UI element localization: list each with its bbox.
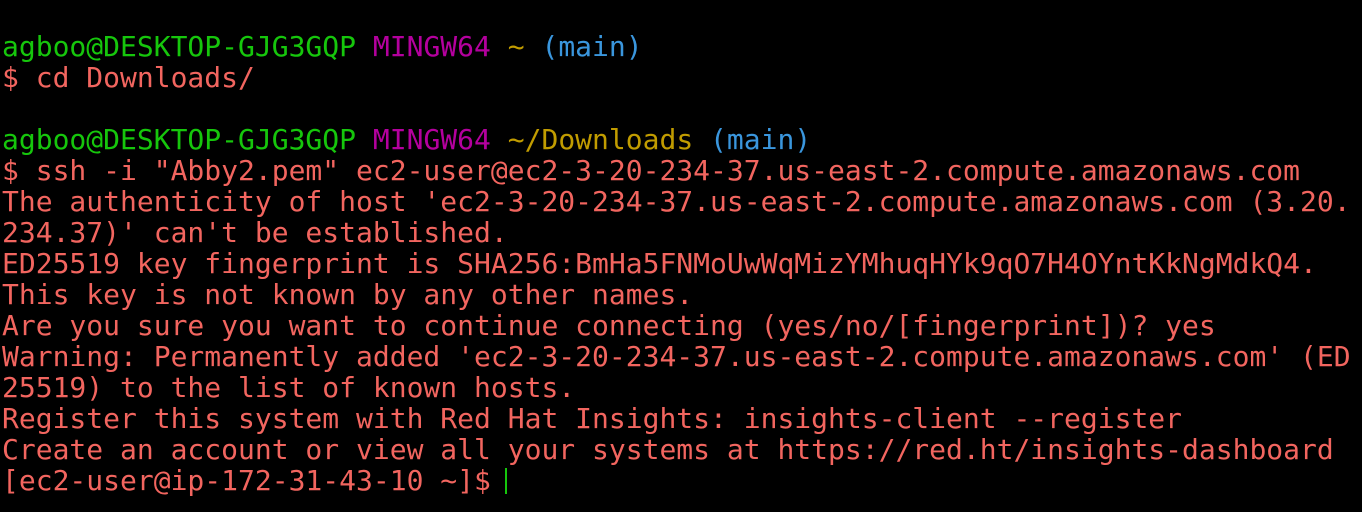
prompt-branch: (main): [710, 123, 812, 156]
prompt-line-2: agboo@DESKTOP-GJG3GQP MINGW64 ~/Download…: [0, 124, 1362, 155]
command-line-1: $ cd Downloads/: [2, 61, 255, 94]
output-line: 25519) to the list of known hosts.: [2, 371, 576, 404]
text-cursor: [504, 468, 507, 494]
prompt-shell: MINGW64: [372, 123, 491, 156]
output-line: ED25519 key fingerprint is SHA256:BmHa5F…: [2, 247, 1317, 280]
output-line: Register this system with Red Hat Insigh…: [2, 402, 1183, 435]
command-line-2: $ ssh -i "Abby2.pem" ec2-user@ec2-3-20-2…: [2, 154, 1301, 187]
prompt-path: ~: [507, 30, 525, 63]
prompt-shell: MINGW64: [372, 30, 491, 63]
terminal-window[interactable]: agboo@DESKTOP-GJG3GQP MINGW64 ~ (main) $…: [0, 0, 1362, 512]
output-line: 234.37)' can't be established.: [2, 216, 508, 249]
prompt-branch: (main): [541, 30, 643, 63]
prompt-user-host: agboo@DESKTOP-GJG3GQP: [2, 30, 357, 63]
prompt-path: ~/Downloads: [507, 123, 694, 156]
output-line: This key is not known by any other names…: [2, 278, 694, 311]
output-line: Warning: Permanently added 'ec2-3-20-234…: [2, 340, 1351, 373]
prompt-line-1: agboo@DESKTOP-GJG3GQP MINGW64 ~ (main): [0, 31, 1362, 62]
output-line: Create an account or view all your syste…: [2, 433, 1334, 466]
remote-prompt: [ec2-user@ip-172-31-43-10 ~]$: [2, 464, 491, 497]
output-line: Are you sure you want to continue connec…: [2, 309, 1216, 342]
output-line: The authenticity of host 'ec2-3-20-234-3…: [2, 185, 1351, 218]
prompt-user-host: agboo@DESKTOP-GJG3GQP: [2, 123, 357, 156]
remote-prompt-line[interactable]: [ec2-user@ip-172-31-43-10 ~]$: [0, 465, 1362, 496]
